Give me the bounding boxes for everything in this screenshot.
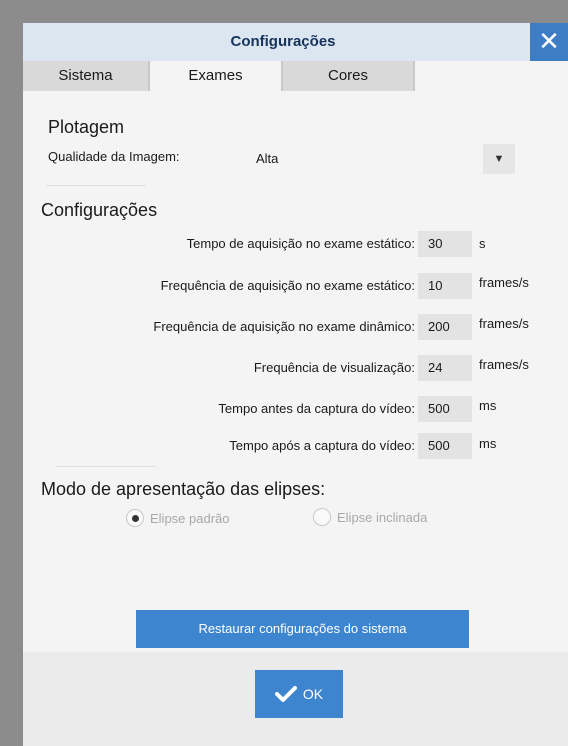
config-heading: Configurações bbox=[41, 200, 158, 220]
static-acq-time-input[interactable]: 30 bbox=[418, 231, 472, 257]
time-before-capture-input[interactable]: 500 bbox=[418, 396, 472, 422]
radio-ellipse-inclined[interactable]: Elipse inclinada bbox=[313, 508, 427, 526]
row-unit: frames/s bbox=[479, 316, 529, 331]
tab-exames[interactable]: Exames bbox=[150, 61, 283, 91]
radio-unchecked-icon bbox=[313, 508, 331, 526]
restore-system-settings-button[interactable]: Restaurar configurações do sistema bbox=[136, 610, 469, 648]
checkmark-icon bbox=[274, 686, 297, 702]
close-button[interactable]: ✕ bbox=[530, 23, 568, 61]
row-unit: frames/s bbox=[479, 275, 529, 290]
radio-ellipse-standard[interactable]: Elipse padrão bbox=[126, 509, 230, 527]
settings-dialog: Configurações ✕ Sistema Exames Cores Plo… bbox=[23, 23, 568, 746]
radio-label: Elipse inclinada bbox=[337, 509, 428, 525]
ok-button[interactable]: OK bbox=[255, 670, 343, 718]
row-label: Tempo após a captura do vídeo: bbox=[229, 438, 415, 453]
row-label: Frequência de visualização: bbox=[253, 360, 415, 375]
dialog-title: Configurações bbox=[230, 33, 336, 50]
ellipse-heading: Modo de apresentação das elipses: bbox=[41, 479, 326, 499]
row-label: Frequência de aquisição no exame dinâmic… bbox=[153, 319, 415, 334]
plotagem-heading: Plotagem bbox=[48, 117, 125, 137]
quality-select-value[interactable]: Alta bbox=[256, 151, 278, 166]
ok-label: OK bbox=[302, 686, 324, 702]
title-bar: Configurações ✕ bbox=[23, 23, 568, 61]
tab-bar: Sistema Exames Cores bbox=[23, 61, 568, 91]
quality-label: Qualidade da Imagem: bbox=[48, 149, 180, 164]
tab-sistema[interactable]: Sistema bbox=[23, 61, 150, 91]
row-unit: ms bbox=[479, 398, 497, 413]
row-unit: ms bbox=[479, 436, 497, 451]
close-icon: ✕ bbox=[538, 26, 560, 56]
tab-cores[interactable]: Cores bbox=[283, 61, 415, 91]
radio-checked-icon bbox=[126, 509, 144, 527]
separator bbox=[56, 466, 156, 467]
row-label: Tempo de aquisição no exame estático: bbox=[186, 236, 415, 251]
row-unit: s bbox=[479, 236, 486, 251]
separator bbox=[46, 185, 146, 186]
exames-panel: Plotagem Qualidade da Imagem: Alta ▼ Con… bbox=[23, 91, 568, 659]
quality-dropdown-button[interactable]: ▼ bbox=[483, 144, 515, 174]
radio-label: Elipse padrão bbox=[150, 510, 230, 526]
time-after-capture-input[interactable]: 500 bbox=[418, 433, 472, 459]
row-unit: frames/s bbox=[479, 357, 529, 372]
view-freq-input[interactable]: 24 bbox=[418, 355, 472, 381]
dropdown-arrow-icon: ▼ bbox=[493, 153, 505, 165]
dialog-footer: OK bbox=[23, 652, 568, 746]
row-label: Tempo antes da captura do vídeo: bbox=[218, 401, 415, 416]
dynamic-acq-freq-input[interactable]: 200 bbox=[418, 314, 472, 340]
row-label: Frequência de aquisição no exame estátic… bbox=[160, 278, 415, 293]
static-acq-freq-input[interactable]: 10 bbox=[418, 273, 472, 299]
